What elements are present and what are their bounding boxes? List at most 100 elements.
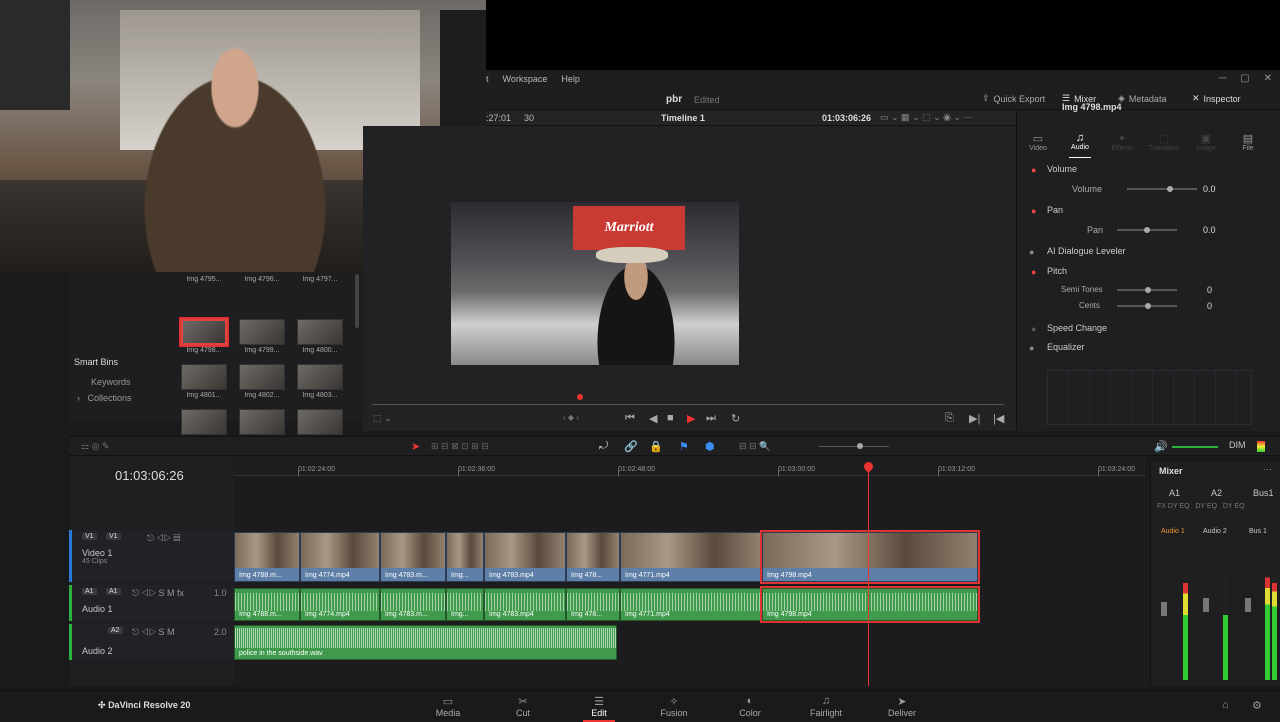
page-tab-color[interactable]: ◐ Color [720,695,780,718]
play-icon[interactable]: ▶ [687,412,695,425]
snapping-icon[interactable]: ⤾ [599,440,608,453]
stop-icon[interactable]: ■ [667,412,674,424]
track-controls-icon[interactable]: ⎋ ◁▷ ▤ [147,533,180,544]
trim-tools-icon[interactable]: ⊞ ⊟ ⊠ ⊡ ⊞ ⊟ [431,441,489,452]
linked-selection-icon[interactable]: 🔗 [624,440,638,453]
playhead-line[interactable] [868,462,869,686]
video-clip[interactable]: Img 4788.m... [234,532,300,582]
page-tab-deliver[interactable]: ➤ Deliver [872,695,932,718]
video-clip[interactable]: Img 4783.m... [380,532,446,582]
page-tab-media[interactable]: ▭ Media [418,695,478,718]
quick-export-button[interactable]: ⇪ Quick Export [982,93,1045,104]
media-thumbnail[interactable]: Img 4797... [291,274,349,319]
next-edit-icon[interactable]: ▶| [969,412,980,425]
inspector-tab-image[interactable]: ▣ Image [1185,132,1227,156]
video-clip[interactable]: Img 478... [566,532,620,582]
master-volume-slider[interactable] [1172,446,1218,448]
fader-bus1[interactable] [1245,598,1251,612]
cents-slider[interactable] [1117,303,1177,309]
more-options-icon[interactable]: ⋯ [1263,464,1272,475]
media-thumbnail[interactable]: Img 4803... [291,364,349,409]
audio-clip-a2[interactable]: police in the southside.wav [234,625,617,660]
fader-a2[interactable] [1203,598,1209,612]
inspector-tab-transition[interactable]: ⬚ Transition [1143,132,1185,156]
volume-value[interactable]: 0.0 [1203,184,1216,194]
audio-clip[interactable]: Img 4783.m... [380,588,446,621]
page-tab-edit[interactable]: ☰ Edit [569,695,629,722]
scrubber-playhead[interactable] [577,394,583,400]
media-thumbnail[interactable]: Img 4800... [291,319,349,364]
media-thumbnail[interactable]: Img 4799... [233,319,291,364]
prev-edit-icon[interactable]: |◀ [993,412,1004,425]
enable-dot-icon[interactable]: ● [1029,343,1034,353]
enable-dot-icon[interactable]: ● [1031,267,1036,277]
track-controls-icon[interactable]: ⎋ ◁▷ S M fx [132,588,184,599]
track-header-a2[interactable]: A2 ⎋ ◁▷ S M 2.0 Audio 2 [69,624,234,660]
semitones-slider[interactable] [1117,287,1177,293]
audio-clip[interactable]: Img 478... [566,588,620,621]
mixer-eq-row[interactable]: FX DY EQ DY EQ DY EQ [1157,503,1245,510]
fader-a1[interactable] [1161,602,1167,616]
match-frame-icon[interactable]: ⎘ [945,412,954,425]
inspector-tab-effects[interactable]: ✦ Effects [1101,132,1143,156]
video-clip[interactable]: Img 4798.mp4 [760,530,980,584]
page-tab-fusion[interactable]: ✧ Fusion [644,695,704,718]
lock-icon[interactable]: 🔒 [649,440,663,453]
minimize-icon[interactable]: ─ [1219,73,1226,84]
go-to-end-icon[interactable]: ⏭ [706,412,716,425]
video-clip[interactable]: Img 4774.mp4 [300,532,380,582]
audio-clip[interactable]: Img 4788.m... [234,588,300,621]
speaker-icon[interactable]: 🔊 [1154,440,1168,453]
video-clip[interactable]: Img 4783.mp4 [484,532,566,582]
page-tab-fairlight[interactable]: ♫ Fairlight [796,695,856,718]
go-to-start-icon[interactable]: ⏮ [625,412,635,425]
volume-slider[interactable] [1127,186,1197,192]
selection-tool-icon[interactable]: ➤ [411,440,420,453]
inspector-tab-audio[interactable]: ♫ Audio [1059,132,1101,158]
enable-dot-icon[interactable]: ● [1031,206,1036,216]
pan-slider[interactable] [1117,227,1177,233]
audio-clip[interactable]: Img 4774.mp4 [300,588,380,621]
home-icon[interactable]: ⌂ [1222,699,1229,711]
viewer-options-icon[interactable]: ▭ ⌄ ▦ ⌄ ⬚ ⌄ ◉ ⌄ ⋯ [880,112,973,123]
layout-icon[interactable]: ⚏ ◎ ✎ [81,441,109,452]
page-tab-cut[interactable]: ✂ Cut [493,695,553,718]
zoom-icons[interactable]: ⊟ ⊟ 🔍 [739,441,770,452]
inspector-tab-file[interactable]: ▤ File [1227,132,1269,156]
zoom-slider[interactable] [819,443,889,449]
viewer-crop-icon[interactable]: ⬚ ⌄ [373,413,392,424]
play-reverse-icon[interactable]: ◀ [649,412,657,425]
video-clip[interactable]: Img... [446,532,484,582]
enable-dot-icon[interactable]: ● [1029,247,1034,257]
media-scrollbar[interactable] [355,274,359,328]
equalizer-graph[interactable] [1047,370,1252,425]
audio-clip[interactable]: Img 4771.mp4 [620,588,762,621]
track-header-a1[interactable]: A1 A1 ⎋ ◁▷ S M fx 1.0 Audio 1 [69,585,234,621]
audio-clip[interactable]: Img 4798.mp4 [760,586,980,623]
timeline-ruler[interactable]: 01:02:24:00 01:02:36:00 01:02:48:00 01:03:0… [234,456,1146,476]
jog-icon[interactable]: ‹ ◆ › [563,413,579,422]
maximize-icon[interactable]: ▢ [1240,73,1249,84]
audio-clip[interactable]: Img 4783.mp4 [484,588,566,621]
media-thumbnail[interactable]: Img 4795... [175,274,233,319]
media-thumbnail[interactable]: Img 4802... [233,364,291,409]
video-clip[interactable]: Img 4771.mp4 [620,532,762,582]
track-header-v1[interactable]: V1 V1 ⎋ ◁▷ ▤ Video 1 45 Clips [69,530,234,582]
media-thumbnail[interactable]: Img 4798... [175,317,233,364]
dim-button[interactable]: DIM [1229,440,1246,450]
timeline-timecode[interactable]: 01:03:06:26 [115,468,184,483]
track-controls-icon[interactable]: ⎋ ◁▷ S M [132,627,175,638]
enable-dot-icon[interactable]: ● [1031,324,1036,334]
viewer-scrubber[interactable] [372,394,1004,408]
audio-clip[interactable]: Img... [446,588,484,621]
inspector-tab-video[interactable]: ▭ Video [1017,132,1059,156]
menu-item-partial[interactable]: t [486,74,489,84]
loop-icon[interactable]: ↻ [731,412,740,425]
enable-dot-icon[interactable]: ● [1031,165,1036,175]
menu-item-workspace[interactable]: Workspace [503,74,548,84]
timeline-name[interactable]: Timeline 1 [661,113,705,123]
flag-icon[interactable]: ⚑ [679,440,689,453]
viewer-frame[interactable]: Marriott [451,202,739,365]
media-thumbnail[interactable]: Img 4796... [233,274,291,319]
menu-item-help[interactable]: Help [561,74,580,84]
